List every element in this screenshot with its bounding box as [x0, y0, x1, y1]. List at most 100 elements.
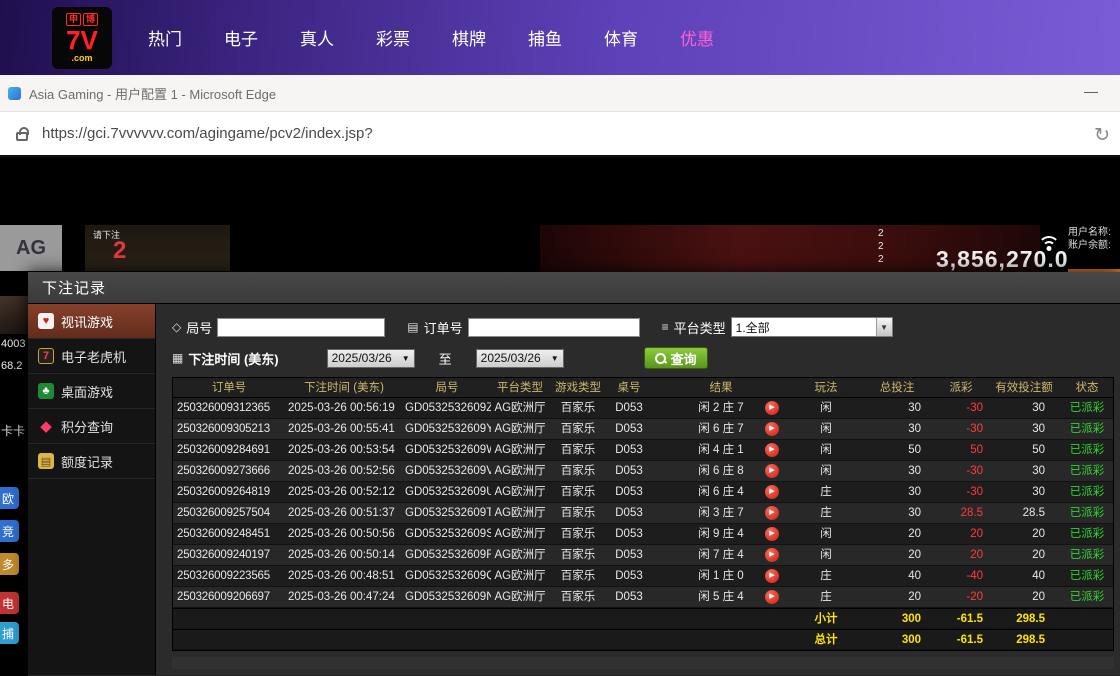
cell-payout: -30	[933, 419, 989, 439]
cell-status: 已派彩	[1059, 566, 1115, 586]
replay-play-icon[interactable]: ▶	[765, 569, 779, 583]
replay-play-icon[interactable]: ▶	[765, 443, 779, 457]
cell-result: 闲 4 庄 1 ▶	[651, 440, 791, 460]
result-text: 闲 7 庄 4	[698, 549, 743, 561]
search-icon	[655, 353, 666, 364]
round-tag-icon: ◇	[172, 320, 181, 334]
cell-valid-bet: 30	[989, 461, 1059, 481]
sidebar-item-label: 积分查询	[61, 417, 113, 436]
side-menu-icon[interactable]: 多	[0, 553, 19, 575]
side-menu-icon[interactable]: 电	[0, 592, 19, 614]
subtotal-total-bet: 300	[861, 609, 933, 628]
left-fragment-number: 4003	[1, 338, 25, 350]
round-number-label: 局号	[186, 318, 212, 337]
asia-gaming-logo: AG	[0, 225, 62, 271]
edge-window-icon	[8, 87, 21, 100]
nav-item-fishing[interactable]: 捕鱼	[528, 25, 562, 50]
date-from-picker[interactable]: 2025/03/26 ▼	[327, 349, 415, 368]
cell-play: 庄	[791, 587, 861, 607]
nav-item-live[interactable]: 真人	[300, 25, 334, 50]
nav-item-lottery[interactable]: 彩票	[376, 25, 410, 50]
nav-item-hot[interactable]: 热门	[148, 25, 182, 50]
cell-valid-bet: 30	[989, 398, 1059, 418]
thumbnail-number: 2	[113, 237, 126, 265]
cell-total-bet: 20	[861, 587, 933, 607]
replay-play-icon[interactable]: ▶	[765, 590, 779, 604]
cell-valid-bet: 40	[989, 566, 1059, 586]
replay-play-icon[interactable]: ▶	[765, 485, 779, 499]
platform-type-select[interactable]: 1.全部 ▼	[731, 317, 893, 337]
header-order-no: 订单号	[173, 378, 285, 397]
nav-item-promo[interactable]: 优惠	[680, 25, 714, 50]
filter-row-1: ◇ 局号 ▤ 订单号 ≡ 平台类型	[172, 316, 1120, 338]
replay-play-icon[interactable]: ▶	[765, 527, 779, 541]
cell-status: 已派彩	[1059, 545, 1115, 565]
grand-total-payout: -61.5	[933, 630, 989, 649]
header-total-bet: 总投注	[861, 378, 933, 397]
round-number-input[interactable]	[217, 318, 385, 337]
minimize-button[interactable]: —	[1084, 83, 1098, 99]
table-row: 250326009223565 2025-03-26 00:48:51 GD05…	[173, 566, 1113, 587]
cell-status: 已派彩	[1059, 482, 1115, 502]
replay-play-icon[interactable]: ▶	[765, 422, 779, 436]
cell-total-bet: 30	[861, 398, 933, 418]
cell-table-no: D053	[607, 587, 651, 607]
cell-bet-time: 2025-03-26 00:53:54	[285, 440, 403, 460]
address-bar[interactable]: https://gci.7vvvvvv.com/agingame/pcv2/in…	[42, 125, 373, 142]
calendar-icon: ▦	[172, 351, 183, 365]
side-menu-icon[interactable]: 竞	[0, 520, 19, 542]
modal-body: ♥ 视讯游戏 7 电子老虎机 ♣ 桌面游戏 ◆ 积分查询	[28, 304, 1120, 675]
cell-total-bet: 40	[861, 566, 933, 586]
grand-total-row: 总计 300 -61.5 298.5	[173, 629, 1113, 650]
cell-round-no: GD0532532609R	[403, 545, 491, 565]
replay-play-icon[interactable]: ▶	[765, 548, 779, 562]
cell-order-no: 250326009312365	[173, 398, 285, 418]
sidebar-item-video-games[interactable]: ♥ 视讯游戏	[28, 304, 155, 339]
logo-badge-right: 博	[83, 13, 98, 26]
cell-round-no: GD0532532609S	[403, 524, 491, 544]
cell-order-no: 250326009257504	[173, 503, 285, 523]
side-menu-icon[interactable]: 欧	[0, 487, 19, 509]
cell-play: 闲	[791, 545, 861, 565]
score-column: 2 2 2	[878, 227, 884, 266]
sidebar-item-slot-machines[interactable]: 7 电子老虎机	[28, 339, 155, 374]
sidebar-item-points-query[interactable]: ◆ 积分查询	[28, 409, 155, 444]
cell-game-type: 百家乐	[549, 398, 607, 418]
cell-platform: AG欧洲厅	[491, 587, 549, 607]
cell-play: 闲	[791, 419, 861, 439]
modal-sidebar: ♥ 视讯游戏 7 电子老虎机 ♣ 桌面游戏 ◆ 积分查询	[28, 304, 156, 675]
date-to-picker[interactable]: 2025/03/26 ▼	[476, 349, 564, 368]
sidebar-item-table-games[interactable]: ♣ 桌面游戏	[28, 374, 155, 409]
platform-type-filter: ≡ 平台类型 1.全部 ▼	[662, 317, 893, 337]
chevron-down-icon: ▼	[402, 354, 410, 363]
query-button[interactable]: 查询	[644, 347, 708, 369]
replay-play-icon[interactable]: ▶	[765, 464, 779, 478]
logo-badges: 申 博	[66, 13, 98, 26]
cell-status: 已派彩	[1059, 461, 1115, 481]
replay-play-icon[interactable]: ▶	[765, 506, 779, 520]
nav-item-slots[interactable]: 电子	[224, 25, 258, 50]
game-thumbnail: 请下注 2	[85, 225, 230, 271]
side-menu-icon[interactable]: 捕	[0, 622, 19, 644]
video-games-icon: ♥	[38, 313, 54, 329]
query-button-label: 查询	[671, 349, 697, 368]
refresh-icon[interactable]: ↻	[1094, 124, 1110, 147]
sidebar-item-quota-records[interactable]: ▤ 额度记录	[28, 444, 155, 479]
replay-play-icon[interactable]: ▶	[765, 401, 779, 415]
nav-item-chess[interactable]: 棋牌	[452, 25, 486, 50]
site-top-nav: 申 博 7V .com 热门 电子 真人 彩票 棋牌 捕鱼 体育 优惠	[0, 0, 1120, 75]
cell-result: 闲 3 庄 7 ▶	[651, 503, 791, 523]
cell-platform: AG欧洲厅	[491, 524, 549, 544]
cell-payout: 20	[933, 524, 989, 544]
site-logo[interactable]: 申 博 7V .com	[52, 7, 112, 69]
subtotal-label: 小计	[791, 609, 861, 628]
cell-total-bet: 30	[861, 482, 933, 502]
cell-platform: AG欧洲厅	[491, 503, 549, 523]
nav-item-sports[interactable]: 体育	[604, 25, 638, 50]
order-number-input[interactable]	[468, 318, 640, 337]
table-scroll-band[interactable]	[172, 657, 1114, 669]
bet-records-modal: 下注记录 ♥ 视讯游戏 7 电子老虎机 ♣ 桌面游戏	[28, 272, 1120, 676]
cell-result: 闲 6 庄 8 ▶	[651, 461, 791, 481]
cell-round-no: GD0532532609Y	[403, 419, 491, 439]
cell-round-no: GD0532532609V	[403, 461, 491, 481]
